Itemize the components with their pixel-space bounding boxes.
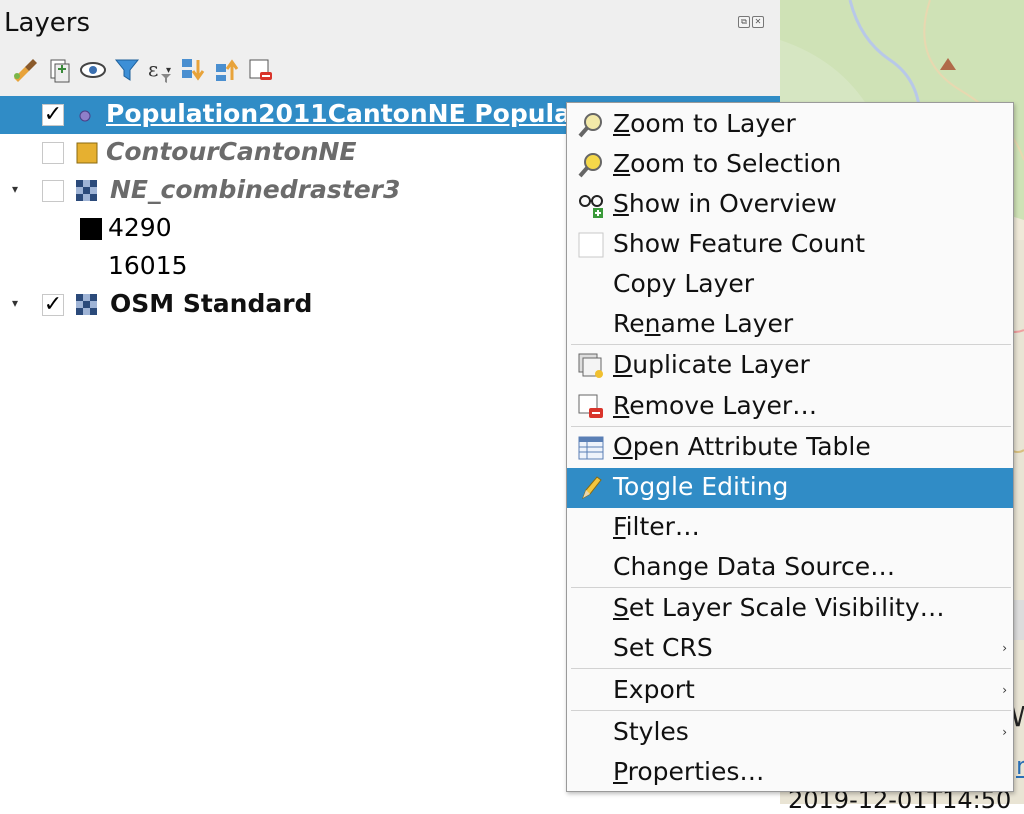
layer-label: Population2011CantonNE Population bbox=[106, 99, 627, 128]
layer-visibility-checkbox[interactable]: ✓ bbox=[42, 104, 64, 126]
mnemonic: O bbox=[613, 432, 633, 461]
menu-item-show-feature-count[interactable]: Show Feature Count bbox=[567, 225, 1013, 265]
mnemonic: D bbox=[613, 350, 633, 379]
menu-label: ilter… bbox=[625, 512, 700, 541]
mnemonic: S bbox=[613, 189, 629, 218]
mnemonic: Z bbox=[613, 109, 631, 138]
submenu-arrow-icon: › bbox=[1002, 683, 1007, 697]
menu-label: et Layer Scale Visibility… bbox=[628, 593, 945, 622]
layers-panel-header: Layers ⧉ ✕ ε ▾ bbox=[0, 0, 780, 96]
collapse-all-icon[interactable] bbox=[209, 53, 243, 87]
menu-label: emove Layer… bbox=[629, 391, 818, 420]
menu-item-filter[interactable]: Filter… bbox=[567, 508, 1013, 548]
menu-separator bbox=[571, 344, 1011, 345]
menu-label: Set CRS bbox=[613, 633, 713, 662]
point-symbol-icon bbox=[78, 108, 92, 127]
menu-label: Copy Layer bbox=[613, 269, 755, 298]
mnemonic: Z bbox=[613, 149, 631, 178]
menu-separator bbox=[571, 668, 1011, 669]
menu-item-properties[interactable]: Properties… bbox=[567, 753, 1013, 793]
expander-icon[interactable]: ▾ bbox=[12, 182, 18, 196]
menu-label: Toggle Editing bbox=[613, 472, 789, 501]
legend-swatch-white bbox=[80, 256, 102, 278]
menu-label: Show Feature Count bbox=[613, 229, 866, 258]
menu-item-set-scale-visibility[interactable]: Set Layer Scale Visibility… bbox=[567, 589, 1013, 629]
menu-label: how in Overview bbox=[628, 189, 837, 218]
layer-context-menu: Zoom to Layer Zoom to Selection Show in … bbox=[566, 102, 1014, 792]
filter-legend-icon[interactable] bbox=[110, 53, 144, 87]
menu-separator bbox=[571, 426, 1011, 427]
menu-item-toggle-editing[interactable]: Toggle Editing bbox=[567, 468, 1013, 508]
menu-item-set-crs[interactable]: Set CRS › bbox=[567, 629, 1013, 669]
dock-buttons: ⧉ ✕ bbox=[738, 16, 764, 28]
expand-all-icon[interactable] bbox=[175, 53, 209, 87]
style-manager-icon[interactable] bbox=[8, 53, 42, 87]
panel-title: Layers bbox=[4, 8, 91, 38]
map-partial-link[interactable]: r bbox=[1016, 752, 1024, 780]
layer-label: OSM Standard bbox=[110, 289, 313, 318]
polygon-symbol-icon bbox=[76, 142, 98, 168]
legend-label: 4290 bbox=[108, 213, 172, 242]
float-button[interactable]: ⧉ bbox=[738, 16, 750, 28]
attribute-table-icon bbox=[577, 434, 605, 462]
menu-label: pen Attribute Table bbox=[632, 432, 871, 461]
layers-toolbar: ε ▾ bbox=[8, 52, 277, 88]
filter-dropdown-caret[interactable]: ▾ bbox=[166, 65, 171, 76]
layer-visibility-checkbox[interactable]: ✓ bbox=[42, 294, 64, 316]
menu-label: oom to Selection bbox=[630, 149, 842, 178]
menu-item-copy-layer[interactable]: Copy Layer bbox=[567, 265, 1013, 305]
pencil-icon bbox=[577, 474, 605, 502]
menu-item-styles[interactable]: Styles › bbox=[567, 713, 1013, 753]
zoom-to-layer-icon bbox=[577, 111, 605, 139]
layer-visibility-checkbox[interactable] bbox=[42, 180, 64, 202]
menu-item-duplicate-layer[interactable]: Duplicate Layer bbox=[567, 346, 1013, 386]
menu-label: ame Layer bbox=[660, 309, 794, 338]
menu-separator bbox=[571, 587, 1011, 588]
menu-label: uplicate Layer bbox=[632, 350, 810, 379]
menu-item-show-in-overview[interactable]: Show in Overview bbox=[567, 185, 1013, 225]
layer-visibility-checkbox[interactable] bbox=[42, 142, 64, 164]
menu-item-remove-layer[interactable]: Remove Layer… bbox=[567, 387, 1013, 427]
raster-layer-icon bbox=[76, 180, 98, 206]
menu-item-zoom-to-layer[interactable]: Zoom to Layer bbox=[567, 105, 1013, 145]
mnemonic: S bbox=[613, 593, 629, 622]
overview-glasses-icon bbox=[577, 191, 605, 219]
menu-item-zoom-to-selection[interactable]: Zoom to Selection bbox=[567, 145, 1013, 185]
expander-icon[interactable]: ▾ bbox=[12, 296, 18, 310]
mnemonic: P bbox=[613, 757, 628, 786]
legend-label: 16015 bbox=[108, 251, 188, 280]
zoom-to-selection-icon bbox=[577, 151, 605, 179]
layer-label: ContourCantonNE bbox=[106, 137, 357, 166]
menu-label: Export bbox=[613, 675, 695, 704]
submenu-arrow-icon: › bbox=[1002, 725, 1007, 739]
mnemonic: R bbox=[613, 391, 630, 420]
menu-label: oom to Layer bbox=[630, 109, 796, 138]
remove-layer-icon[interactable] bbox=[243, 53, 277, 87]
visibility-eye-icon[interactable] bbox=[76, 53, 110, 87]
mnemonic: n bbox=[644, 309, 661, 338]
menu-separator bbox=[571, 710, 1011, 711]
layer-label: NE_combinedraster3 bbox=[110, 175, 401, 204]
menu-item-export[interactable]: Export › bbox=[567, 671, 1013, 711]
menu-label: Styles bbox=[613, 717, 689, 746]
legend-swatch-black bbox=[80, 218, 102, 240]
menu-item-change-data-source[interactable]: Change Data Source… bbox=[567, 548, 1013, 588]
svg-text:ε: ε bbox=[148, 57, 158, 81]
menu-label: roperties… bbox=[627, 757, 765, 786]
submenu-arrow-icon: › bbox=[1002, 641, 1007, 655]
add-group-icon[interactable] bbox=[42, 53, 76, 87]
menu-item-open-attribute-table[interactable]: Open Attribute Table bbox=[567, 428, 1013, 468]
checkbox-icon bbox=[577, 231, 605, 259]
duplicate-layer-icon bbox=[577, 352, 605, 380]
mnemonic: F bbox=[613, 512, 626, 541]
close-button[interactable]: ✕ bbox=[752, 16, 764, 28]
menu-item-rename-layer[interactable]: Rename Layer bbox=[567, 305, 1013, 345]
menu-label: Re bbox=[613, 309, 645, 338]
menu-label: Change Data Source… bbox=[613, 552, 896, 581]
remove-layer-icon bbox=[577, 393, 605, 421]
raster-layer-icon bbox=[76, 294, 98, 320]
